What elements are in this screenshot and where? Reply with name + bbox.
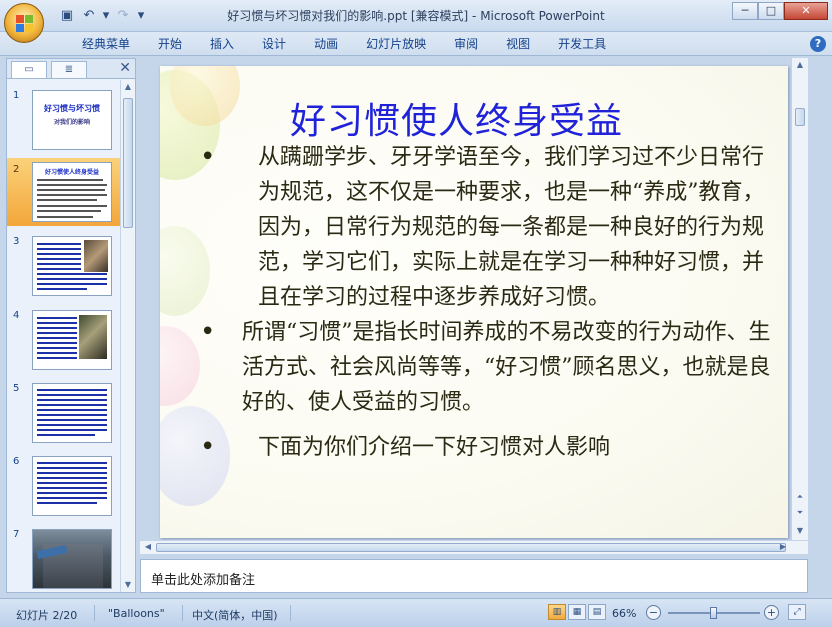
bullet-item: 下面为你们介绍一下好习惯对人影响 bbox=[200, 430, 780, 465]
thumbnail-number: 1 bbox=[13, 90, 20, 101]
slide-thumbnail-5[interactable]: 5 bbox=[7, 383, 121, 447]
thumbnail-number: 7 bbox=[13, 529, 20, 540]
thumbnail-photo bbox=[79, 315, 107, 359]
thumbnail-number: 4 bbox=[13, 310, 20, 321]
pane-tabs: ▭ ≣ ✕ bbox=[7, 59, 135, 79]
zoom-out-button[interactable]: − bbox=[646, 605, 661, 620]
slide-thumbnail-6[interactable]: 6 bbox=[7, 456, 121, 520]
thumbnail-image bbox=[32, 456, 112, 516]
slides-tab[interactable]: ▭ bbox=[11, 61, 47, 78]
slide-scroll-thumb[interactable] bbox=[795, 108, 805, 126]
thumbnail-list: 1 好习惯与坏习惯 对我们的影响 2 好习惯使人终身受益 3 4 5 6 7 bbox=[7, 80, 121, 592]
ribbon-tab-bar: 经典菜单 开始 插入 设计 动画 幻灯片放映 审阅 视图 开发工具 ? bbox=[0, 32, 832, 56]
scroll-up-arrow-icon[interactable]: ▲ bbox=[121, 80, 135, 94]
tab-view[interactable]: 视图 bbox=[492, 36, 544, 52]
slide-title[interactable]: 好习惯使人终身受益 bbox=[290, 92, 623, 144]
bullet-item: 所谓“习惯”是指长时间养成的不易改变的行为动作、生活方式、社会风尚等等，“好习惯… bbox=[200, 315, 780, 420]
theme-name: "Balloons" bbox=[108, 607, 165, 620]
thumbnail-image bbox=[32, 529, 112, 589]
slide-sorter-view-button[interactable]: ▦ bbox=[568, 604, 586, 620]
pane-close-icon[interactable]: ✕ bbox=[119, 60, 131, 76]
minimize-button[interactable]: ─ bbox=[732, 2, 758, 20]
thumbnail-image bbox=[32, 236, 112, 296]
help-icon[interactable]: ? bbox=[810, 36, 826, 52]
thumbnail-subtitle: 对我们的影响 bbox=[53, 119, 90, 126]
close-button[interactable]: ✕ bbox=[784, 2, 828, 20]
tab-review[interactable]: 审阅 bbox=[440, 36, 492, 52]
previous-slide-icon[interactable]: ⏶ bbox=[793, 490, 807, 504]
window-title: 好习惯与坏习惯对我们的影响.ppt [兼容模式] - Microsoft Pow… bbox=[227, 9, 605, 23]
office-button[interactable] bbox=[4, 3, 44, 43]
tab-developer[interactable]: 开发工具 bbox=[544, 36, 620, 52]
thumbnail-number: 5 bbox=[13, 383, 20, 394]
slide-canvas[interactable]: 好习惯使人终身受益 从蹒跚学步、牙牙学语至今，我们学习过不少日常行为规范，这不仅… bbox=[160, 66, 788, 538]
thumbnail-photo bbox=[84, 240, 108, 272]
slide-editor: 好习惯使人终身受益 从蹒跚学步、牙牙学语至今，我们学习过不少日常行为规范，这不仅… bbox=[140, 58, 808, 540]
notes-placeholder: 单击此处添加备注 bbox=[151, 573, 256, 588]
language-indicator[interactable]: 中文(简体，中国) bbox=[192, 607, 278, 623]
tab-animations[interactable]: 动画 bbox=[300, 36, 352, 52]
tab-slide-show[interactable]: 幻灯片放映 bbox=[352, 36, 440, 52]
balloon-decoration bbox=[160, 326, 200, 406]
slide-horizontal-scrollbar[interactable]: ◀ ▶ bbox=[140, 540, 808, 554]
maximize-button[interactable]: □ bbox=[758, 2, 784, 20]
scroll-down-arrow-icon[interactable]: ▼ bbox=[121, 578, 135, 592]
normal-view-button[interactable]: ▥ bbox=[548, 604, 566, 620]
slide-vertical-scrollbar[interactable]: ▲ ⏶ ⏷ ▼ bbox=[791, 58, 808, 540]
slide-body[interactable]: 从蹒跚学步、牙牙学语至今，我们学习过不少日常行为规范，这不仅是一种要求，也是一种… bbox=[200, 140, 780, 465]
tab-design[interactable]: 设计 bbox=[248, 36, 300, 52]
zoom-in-button[interactable]: + bbox=[764, 605, 779, 620]
slide-thumbnail-7[interactable]: 7 bbox=[7, 529, 121, 592]
slide-thumbnail-1[interactable]: 1 好习惯与坏习惯 对我们的影响 bbox=[7, 90, 121, 154]
scroll-up-arrow-icon[interactable]: ▲ bbox=[793, 58, 807, 72]
thumbnail-image bbox=[32, 310, 112, 370]
thumbnail-number: 6 bbox=[13, 456, 20, 467]
bullet-item: 从蹒跚学步、牙牙学语至今，我们学习过不少日常行为规范，这不仅是一种要求，也是一种… bbox=[200, 140, 780, 315]
outline-tab[interactable]: ≣ bbox=[51, 61, 87, 78]
slide-show-view-button[interactable]: ▤ bbox=[588, 604, 606, 620]
thumbnail-number: 3 bbox=[13, 236, 20, 247]
tab-insert[interactable]: 插入 bbox=[196, 36, 248, 52]
window-controls: ─ □ ✕ bbox=[732, 2, 828, 20]
notes-pane[interactable]: 单击此处添加备注 bbox=[140, 559, 808, 593]
slides-pane: ▭ ≣ ✕ 1 好习惯与坏习惯 对我们的影响 2 好习惯使人终身受益 3 4 5… bbox=[6, 58, 136, 593]
slide-thumbnail-3[interactable]: 3 bbox=[7, 236, 121, 300]
thumbnail-image: 好习惯使人终身受益 bbox=[32, 162, 112, 222]
thumbnail-title: 好习惯使人终身受益 bbox=[44, 169, 99, 176]
thumbnail-image bbox=[32, 383, 112, 443]
thumbnail-image: 好习惯与坏习惯 对我们的影响 bbox=[32, 90, 112, 150]
next-slide-icon[interactable]: ⏷ bbox=[793, 506, 807, 520]
status-bar: 幻灯片 2/20 "Balloons" 中文(简体，中国) ▥ ▦ ▤ 66% … bbox=[0, 598, 832, 627]
slide-indicator: 幻灯片 2/20 bbox=[16, 609, 78, 622]
tab-classic-menu[interactable]: 经典菜单 bbox=[68, 36, 144, 52]
scroll-left-arrow-icon[interactable]: ◀ bbox=[141, 541, 155, 553]
title-bar: ▣ ↶ ▾ ↷ ▾ 好习惯与坏习惯对我们的影响.ppt [兼容模式] - Mic… bbox=[0, 0, 832, 43]
thumbnail-title: 好习惯与坏习惯 bbox=[44, 104, 100, 113]
zoom-level[interactable]: 66% bbox=[612, 607, 636, 620]
slide-thumbnail-2[interactable]: 2 好习惯使人终身受益 bbox=[7, 158, 121, 226]
zoom-slider-knob[interactable] bbox=[710, 607, 717, 619]
scroll-right-arrow-icon[interactable]: ▶ bbox=[776, 541, 790, 553]
fit-to-window-button[interactable]: ⤢ bbox=[788, 604, 806, 620]
scroll-down-arrow-icon[interactable]: ▼ bbox=[793, 524, 807, 538]
horizontal-scroll-thumb[interactable] bbox=[156, 543, 786, 552]
ribbon-tabs: 经典菜单 开始 插入 设计 动画 幻灯片放映 审阅 视图 开发工具 bbox=[68, 36, 620, 52]
pane-scroll-thumb[interactable] bbox=[123, 98, 133, 228]
office-logo-icon bbox=[16, 15, 34, 33]
slide-thumbnail-4[interactable]: 4 bbox=[7, 310, 121, 374]
thumbnail-number: 2 bbox=[13, 164, 20, 175]
tab-home[interactable]: 开始 bbox=[144, 36, 196, 52]
pane-scrollbar[interactable]: ▲ ▼ bbox=[120, 80, 135, 592]
